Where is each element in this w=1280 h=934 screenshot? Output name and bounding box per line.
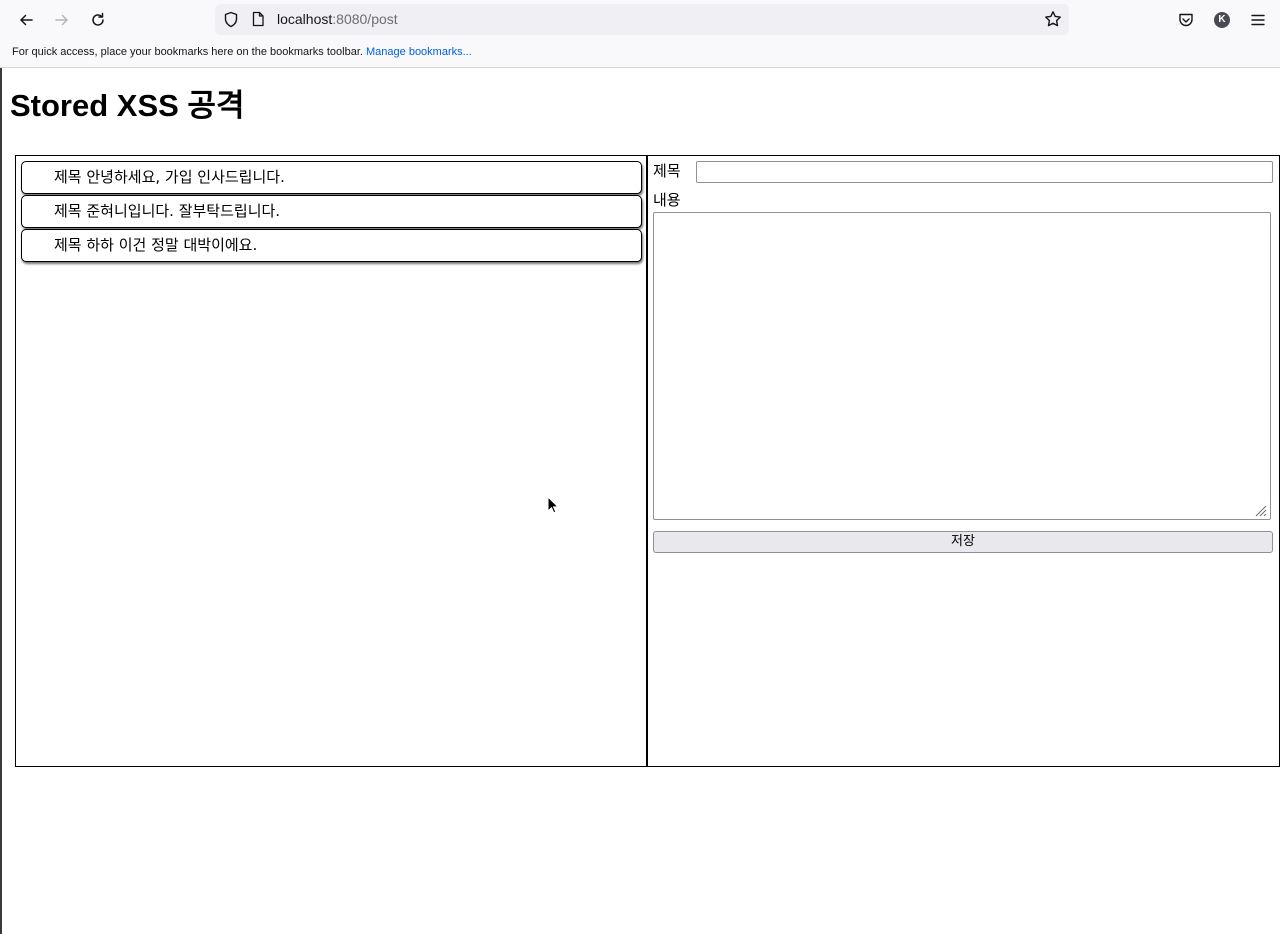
- address-bar[interactable]: localhost:8080/post: [215, 4, 1069, 35]
- shield-icon[interactable]: [223, 11, 239, 32]
- reload-icon[interactable]: [84, 6, 112, 34]
- back-icon[interactable]: [12, 6, 40, 34]
- account-avatar[interactable]: K: [1208, 6, 1236, 34]
- account-initial: K: [1218, 14, 1226, 25]
- forward-icon[interactable]: [48, 6, 76, 34]
- url-path: :8080/post: [332, 11, 398, 27]
- pocket-icon[interactable]: [1172, 6, 1200, 34]
- content-textarea[interactable]: [653, 212, 1271, 520]
- bookmarks-message: For quick access, place your bookmarks h…: [12, 46, 363, 58]
- title-label: 제목: [653, 162, 681, 180]
- content-label: 내용: [653, 191, 681, 209]
- menu-icon[interactable]: [1244, 6, 1272, 34]
- title-input[interactable]: [696, 161, 1273, 183]
- post-list-item[interactable]: 제목 하하 이건 정말 대박이에요.: [21, 229, 642, 262]
- browser-toolbar: localhost:8080/post K: [0, 0, 1280, 40]
- url-text[interactable]: localhost:8080/post: [277, 11, 398, 28]
- save-button[interactable]: 저장: [653, 531, 1273, 553]
- page-title: Stored XSS 공격: [10, 88, 245, 123]
- page-icon[interactable]: [251, 11, 265, 31]
- bookmark-star-icon[interactable]: [1044, 10, 1062, 32]
- post-list: 제목 안녕하세요, 가입 인사드립니다. 제목 준혀니입니다. 잘부탁드립니다.…: [16, 156, 648, 766]
- board-container: 제목 안녕하세요, 가입 인사드립니다. 제목 준혀니입니다. 잘부탁드립니다.…: [15, 155, 1280, 767]
- page-content: Stored XSS 공격 제목 안녕하세요, 가입 인사드립니다. 제목 준혀…: [0, 68, 1280, 934]
- post-list-item[interactable]: 제목 준혀니입니다. 잘부탁드립니다.: [21, 195, 642, 228]
- bookmarks-toolbar: For quick access, place your bookmarks h…: [0, 40, 1280, 68]
- mouse-pointer-icon: [547, 495, 560, 518]
- manage-bookmarks-link[interactable]: Manage bookmarks...: [366, 46, 472, 58]
- post-list-item[interactable]: 제목 안녕하세요, 가입 인사드립니다.: [21, 161, 642, 194]
- url-host: localhost: [277, 11, 333, 27]
- resize-grip-icon[interactable]: [1253, 502, 1267, 521]
- post-form: 제목 내용 저장: [648, 156, 1279, 766]
